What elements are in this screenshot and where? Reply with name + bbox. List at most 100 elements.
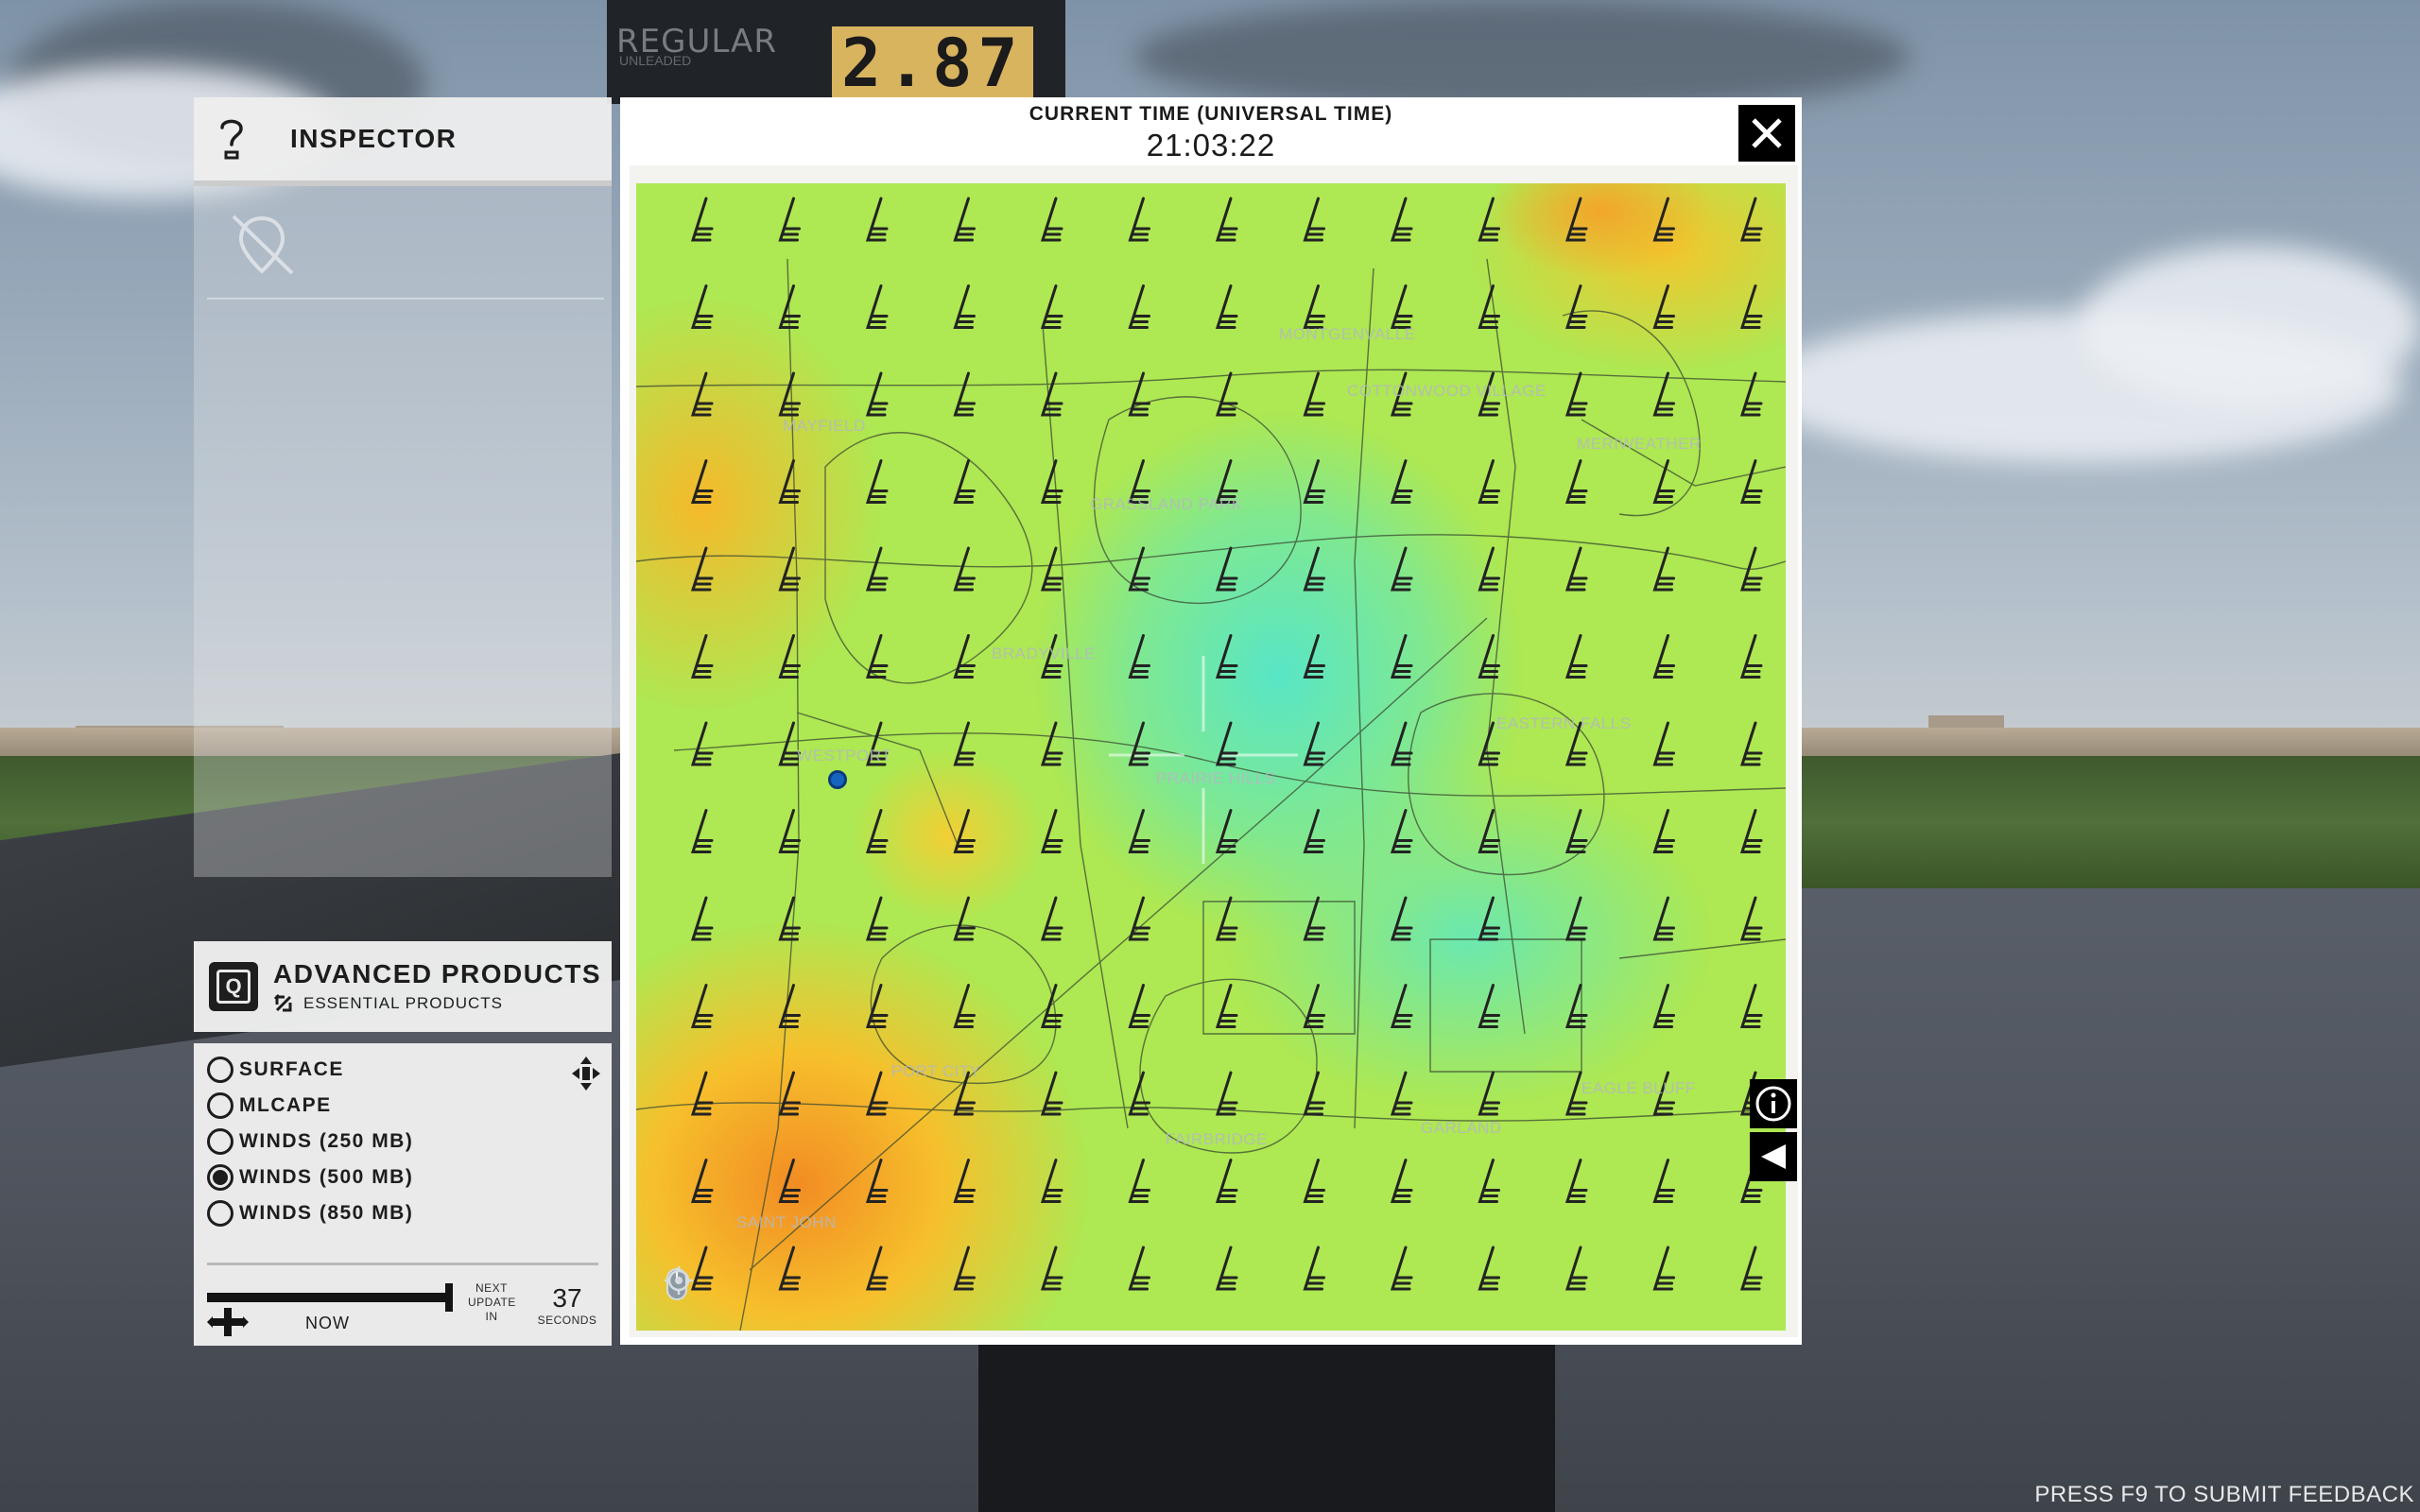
- wind-map[interactable]: MONTGENVALLE COTTONWOOD VILLAGE MAYFIELD…: [636, 183, 1786, 1331]
- radio-button[interactable]: [207, 1057, 233, 1083]
- countdown-value: 37: [552, 1283, 582, 1313]
- wind-barb: [1303, 721, 1325, 766]
- next-update-label: NEXT UPDATE IN: [468, 1281, 516, 1323]
- layer-label: WINDS (250 MB): [239, 1130, 414, 1152]
- wind-barb: [1215, 197, 1238, 242]
- wind-barb: [953, 984, 976, 1028]
- layer-option-mlcape[interactable]: MLCAPE: [207, 1092, 332, 1119]
- locate-icon[interactable]: [665, 1266, 693, 1295]
- wind-barb: [1390, 721, 1413, 766]
- timeline-handle[interactable]: [445, 1283, 453, 1312]
- wind-barb: [1390, 1246, 1413, 1291]
- wind-barb: [690, 197, 714, 242]
- wind-barb: [1040, 284, 1063, 329]
- wind-barb: [1564, 459, 1588, 504]
- radio-button[interactable]: [207, 1092, 233, 1119]
- wind-barb: [953, 371, 976, 417]
- wind-barb: [1215, 546, 1238, 592]
- inspector-title: INSPECTOR: [290, 124, 458, 153]
- wind-barb: [865, 459, 889, 504]
- layer-option-winds-850[interactable]: WINDS (850 MB): [207, 1200, 413, 1227]
- wind-barb: [865, 896, 889, 941]
- close-button[interactable]: [1738, 105, 1795, 162]
- wind-barb: [1652, 1246, 1675, 1291]
- wind-barb: [1739, 284, 1763, 329]
- wind-barb: [1478, 459, 1500, 504]
- question-mark-icon[interactable]: [194, 114, 269, 163]
- cloud: [2080, 246, 2420, 406]
- wind-barb: [1739, 197, 1763, 242]
- info-icon: [1755, 1086, 1791, 1122]
- time-header: CURRENT TIME (UNIVERSAL TIME) 21:03:22: [620, 97, 1802, 163]
- wind-barb: [1215, 371, 1238, 417]
- switch-products-button[interactable]: ESSENTIAL PRODUCTS: [273, 993, 601, 1014]
- wind-barb: [1390, 896, 1413, 941]
- move-arrows-icon[interactable]: [570, 1055, 602, 1097]
- wind-barb: [1478, 984, 1500, 1028]
- wind-barb: [1390, 984, 1413, 1028]
- wind-barb: [1390, 1071, 1413, 1116]
- wind-barb: [1652, 284, 1675, 329]
- wind-barb: [1128, 1246, 1150, 1291]
- wind-barb: [953, 459, 976, 504]
- wind-barb: [1390, 1159, 1413, 1203]
- wind-barb: [1390, 197, 1413, 242]
- wind-barb: [1128, 371, 1150, 417]
- wind-barb: [865, 1159, 889, 1203]
- plus-move-icon[interactable]: [207, 1306, 249, 1343]
- info-button[interactable]: [1750, 1079, 1797, 1128]
- wind-barb: [1303, 984, 1325, 1028]
- wind-barb: [1303, 634, 1325, 679]
- hidden-pin-icon[interactable]: [222, 211, 302, 284]
- wind-barb: [1390, 459, 1413, 504]
- layer-option-surface[interactable]: SURFACE: [207, 1057, 344, 1083]
- wind-barb: [1652, 197, 1675, 242]
- wind-barb: [1652, 371, 1675, 417]
- wind-barb: [1739, 896, 1763, 941]
- wind-barb: [1303, 809, 1325, 853]
- wind-barb: [1215, 721, 1238, 766]
- wind-barb: [865, 1246, 889, 1291]
- radio-button-selected[interactable]: [207, 1164, 233, 1191]
- wind-barb: [690, 634, 714, 679]
- wind-barb: [1128, 721, 1150, 766]
- layer-selector: SURFACE MLCAPE WINDS (250 MB) WINDS (500…: [194, 1043, 612, 1346]
- town-label: COTTONWOOD VILLAGE: [1347, 382, 1547, 400]
- timeline-slider[interactable]: [207, 1293, 453, 1302]
- wind-barb: [1564, 197, 1588, 242]
- wind-barb: [690, 984, 714, 1028]
- wind-barb: [690, 1246, 714, 1291]
- wind-barb: [1128, 546, 1150, 592]
- town-label: WESTPORT: [797, 747, 892, 765]
- collapse-panel-button[interactable]: [1750, 1132, 1797, 1181]
- wind-barb: [778, 284, 801, 329]
- wind-barb: [1128, 896, 1150, 941]
- layer-option-winds-500[interactable]: WINDS (500 MB): [207, 1164, 413, 1191]
- radio-button[interactable]: [207, 1128, 233, 1155]
- wind-barb: [1564, 1159, 1588, 1203]
- wind-barb: [1040, 809, 1063, 853]
- wind-barb: [1303, 197, 1325, 242]
- town-label: FAIRBRIDGE: [1166, 1130, 1268, 1148]
- wind-barb: [690, 896, 714, 941]
- wind-barb: [953, 197, 976, 242]
- radio-button[interactable]: [207, 1200, 233, 1227]
- layer-option-winds-250[interactable]: WINDS (250 MB): [207, 1128, 413, 1155]
- wind-barb: [1040, 459, 1063, 504]
- wind-barb: [1303, 1159, 1325, 1203]
- timeline-now-label: NOW: [305, 1314, 350, 1332]
- quality-badge-icon[interactable]: Q: [209, 962, 258, 1011]
- wind-barb: [1215, 1159, 1238, 1203]
- layer-label: WINDS (500 MB): [239, 1166, 414, 1188]
- wind-barb: [1564, 634, 1588, 679]
- wind-barb: [1303, 546, 1325, 592]
- wind-barb: [1652, 1159, 1675, 1203]
- wind-barb: [1128, 634, 1150, 679]
- wind-barb: [953, 809, 976, 853]
- wind-barb: [1128, 809, 1150, 853]
- wind-barb: [1040, 721, 1063, 766]
- swap-icon: [273, 993, 292, 1012]
- wind-barb: [1652, 459, 1675, 504]
- wind-barb: [1215, 1246, 1238, 1291]
- wind-barb: [778, 371, 801, 417]
